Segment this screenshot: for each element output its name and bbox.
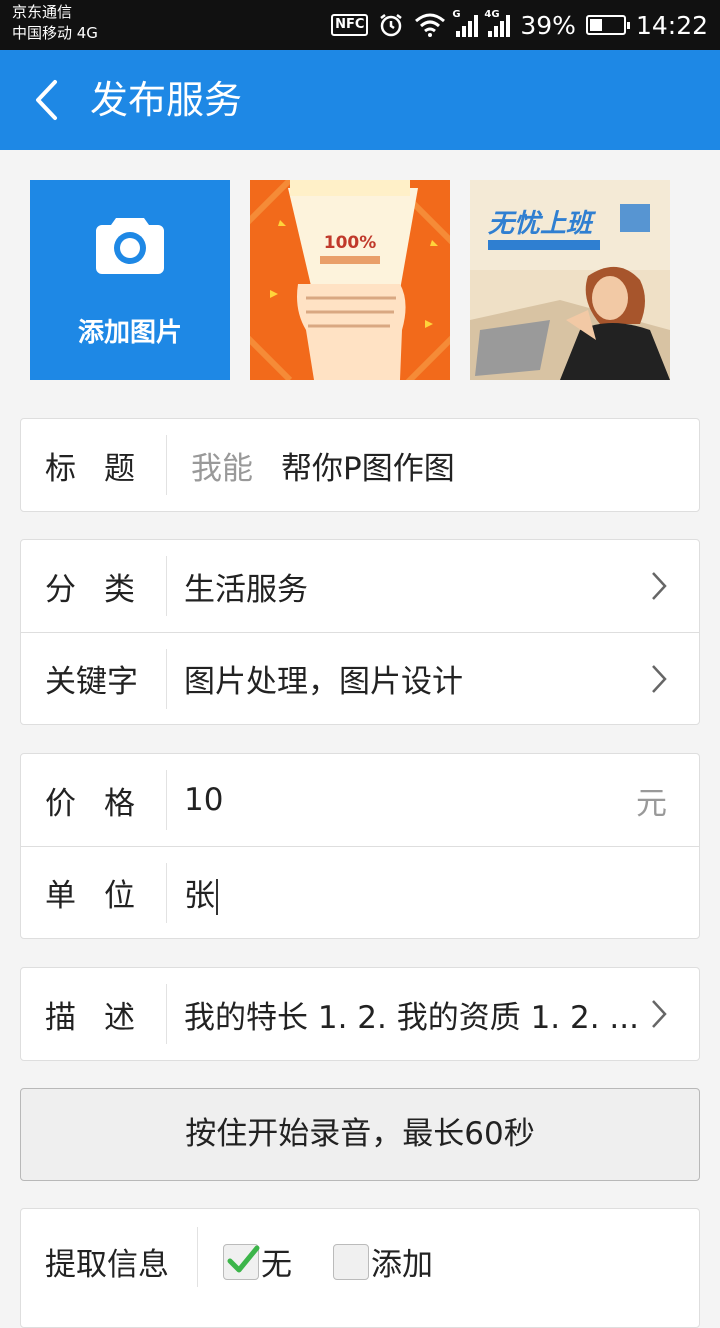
keyword-row[interactable]: 关键字 图片处理，图片设计 (21, 632, 699, 724)
carrier-2: 中国移动 4G (12, 24, 98, 42)
promo-text: 100% (324, 233, 377, 253)
category-label: 分类 (45, 571, 163, 608)
back-button[interactable] (24, 78, 68, 122)
option-none[interactable]: 无 (223, 1239, 292, 1284)
text-cursor (216, 879, 218, 916)
promo-image-2: 无忧上班 (470, 180, 670, 380)
nfc-icon: NFC (331, 14, 369, 36)
promo-image-1: 100% (250, 180, 450, 380)
option-add[interactable]: 添加 (333, 1239, 433, 1284)
description-value: 我的特长 1. 2. 我的资质 1. 2. ... (184, 999, 639, 1036)
keyword-label: 关键字 (45, 664, 138, 700)
description-row[interactable]: 描述 我的特长 1. 2. 我的资质 1. 2. ... (21, 968, 699, 1060)
title-row[interactable]: 标题 我能 帮你P图作图 (21, 419, 699, 511)
description-card: 描述 我的特长 1. 2. 我的资质 1. 2. ... (20, 967, 700, 1061)
unit-input[interactable]: 张 (167, 870, 218, 916)
chevron-right-icon (652, 665, 667, 693)
category-card: 分类 生活服务 关键字 图片处理，图片设计 (20, 539, 700, 725)
battery-icon (585, 15, 630, 35)
signal-icon-1: G (452, 9, 479, 37)
unit-row: 单位 张 (21, 846, 699, 938)
promo-text-2: 无忧上班 (488, 209, 597, 239)
option-add-label: 添加 (371, 1247, 433, 1283)
title-label: 标题 (45, 450, 163, 487)
chevron-right-icon (652, 572, 667, 600)
category-row[interactable]: 分类 生活服务 (21, 540, 699, 632)
unit-input-value: 张 (184, 877, 215, 914)
image-thumbnail-2[interactable]: 无忧上班 (470, 180, 670, 380)
extract-label: 提取信息 (45, 1247, 169, 1283)
status-bar: 京东通信 中国移动 4G NFC G 4G 39% 14:22 (0, 0, 720, 50)
description-label: 描述 (45, 999, 163, 1036)
check-icon (227, 1245, 260, 1272)
clock: 14:22 (635, 10, 708, 40)
record-audio-button[interactable]: 按住开始录音，最长60秒 (20, 1088, 700, 1181)
alarm-icon (380, 14, 403, 37)
title-card: 标题 我能 帮你P图作图 (20, 418, 700, 512)
price-unit: 元 (636, 785, 667, 822)
camera-icon (96, 218, 164, 274)
divider (197, 1227, 198, 1287)
unit-label: 单位 (45, 878, 163, 914)
keyword-value: 图片处理，图片设计 (184, 664, 463, 700)
title-hint: 我能 (191, 450, 253, 487)
option-none-label: 无 (261, 1247, 292, 1283)
chevron-right-icon (652, 1000, 667, 1028)
price-label: 价格 (45, 785, 163, 822)
wifi-icon (415, 13, 446, 37)
chevron-left-icon (36, 80, 57, 120)
app-bar: 发布服务 (0, 50, 720, 150)
checkbox-add[interactable] (333, 1243, 369, 1280)
add-image-label: 添加图片 (77, 318, 182, 348)
image-thumbnail-1[interactable]: 100% (250, 180, 450, 380)
page-title: 发布服务 (90, 78, 243, 122)
checkbox-none[interactable] (223, 1243, 260, 1280)
price-input[interactable]: 10 (167, 782, 223, 818)
category-value: 生活服务 (184, 571, 308, 608)
battery-percent: 39% (520, 10, 576, 40)
carrier-1: 京东通信 (12, 3, 73, 21)
price-row: 价格 10 元 (21, 754, 699, 846)
price-card: 价格 10 元 单位 张 (20, 753, 700, 939)
extract-info-card: 提取信息 无 添加 (20, 1208, 700, 1328)
title-input[interactable]: 帮你P图作图 (281, 451, 455, 487)
add-image-button[interactable]: 添加图片 (30, 180, 230, 380)
signal-icon-2: 4G (484, 9, 511, 37)
